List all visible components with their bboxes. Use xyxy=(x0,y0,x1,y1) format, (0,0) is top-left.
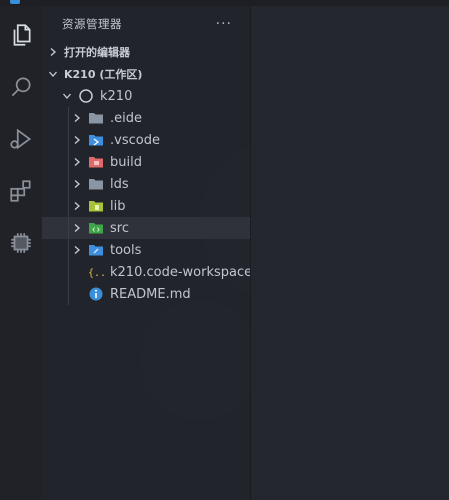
explorer-header: 资源管理器 ··· xyxy=(42,6,250,41)
explorer-sidebar: 资源管理器 ··· 打开的编辑器 K210 (工作区) k210 .eide .… xyxy=(42,6,253,500)
build-folder-icon xyxy=(88,154,104,170)
open-editors-section[interactable]: 打开的编辑器 xyxy=(42,41,250,63)
tree-item-label: k210.code-workspace xyxy=(110,264,253,280)
src-folder-icon xyxy=(88,220,104,236)
tree-item-lds[interactable]: lds xyxy=(42,173,250,195)
indent-guide xyxy=(68,173,69,195)
chevron-right-icon xyxy=(70,221,84,235)
editor-area xyxy=(251,6,449,500)
tree-item-code-workspace[interactable]: {..} k210.code-workspace xyxy=(42,261,253,283)
lib-folder-icon xyxy=(88,198,104,214)
open-editors-label: 打开的编辑器 xyxy=(64,46,130,59)
svg-text:{..}: {..} xyxy=(88,268,104,279)
indent-guide xyxy=(68,239,69,261)
tree-item-label: lib xyxy=(110,198,126,214)
indent-guide xyxy=(68,283,69,305)
chevron-right-icon xyxy=(70,111,84,125)
indent-guide xyxy=(68,151,69,173)
tree-item-label: .vscode xyxy=(110,132,160,148)
tools-folder-icon xyxy=(88,242,104,258)
explorer-title: 资源管理器 xyxy=(62,16,122,31)
tree-item-vscode[interactable]: .vscode xyxy=(42,129,250,151)
tree-item-src[interactable]: src xyxy=(42,217,250,239)
info-file-icon xyxy=(88,286,104,302)
chevron-right-icon xyxy=(70,243,84,257)
vscode-folder-icon xyxy=(88,132,104,148)
root-folder-icon xyxy=(78,88,94,104)
chevron-right-icon xyxy=(70,177,84,191)
json-file-icon: {..} xyxy=(88,264,104,280)
folder-icon xyxy=(88,176,104,192)
indent-guide xyxy=(68,195,69,217)
workspace-section[interactable]: K210 (工作区) xyxy=(42,63,250,85)
chevron-right-icon xyxy=(70,133,84,147)
tree-item-label: build xyxy=(110,154,142,170)
indent-guide xyxy=(68,261,69,283)
files-icon[interactable] xyxy=(0,14,42,56)
folder-icon xyxy=(88,110,104,126)
indent-guide xyxy=(68,107,69,129)
chevron-down-icon xyxy=(46,67,60,81)
indent-guide xyxy=(68,217,69,239)
indent-guide xyxy=(68,129,69,151)
workspace-label: K210 (工作区) xyxy=(64,68,143,81)
search-icon[interactable] xyxy=(0,66,42,108)
tree-item-label: src xyxy=(110,220,129,236)
tree-item-build[interactable]: build xyxy=(42,151,250,173)
chip-icon[interactable] xyxy=(0,222,42,264)
chevron-right-icon xyxy=(70,199,84,213)
tree-item-readme[interactable]: README.md xyxy=(42,283,250,305)
activity-bar xyxy=(0,6,42,500)
more-actions-button[interactable]: ··· xyxy=(216,16,232,32)
tree-item-eide[interactable]: .eide xyxy=(42,107,250,129)
tree-item-label: lds xyxy=(110,176,129,192)
tree-item-tools[interactable]: tools xyxy=(42,239,250,261)
chevron-right-icon xyxy=(46,45,60,59)
root-folder-label: k210 xyxy=(100,88,133,104)
chevron-down-icon xyxy=(60,89,74,103)
tree-item-lib[interactable]: lib xyxy=(42,195,250,217)
tree-item-label: .eide xyxy=(110,110,142,126)
app-logo-icon xyxy=(10,0,20,4)
tree-item-label: README.md xyxy=(110,286,191,302)
root-folder-k210[interactable]: k210 xyxy=(42,85,250,107)
extensions-icon[interactable] xyxy=(0,170,42,212)
run-debug-icon[interactable] xyxy=(0,118,42,160)
tree-item-label: tools xyxy=(110,242,142,258)
chevron-right-icon xyxy=(70,155,84,169)
